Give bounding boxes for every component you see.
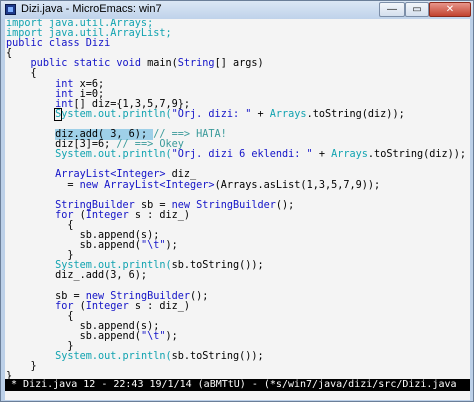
code-line[interactable]: } xyxy=(6,372,470,379)
code-line[interactable]: for (Integer s : diz_) xyxy=(6,209,470,221)
code-token: new xyxy=(79,179,105,191)
code-token: .toString(diz)); xyxy=(306,108,405,120)
code-line[interactable]: public static void main(String[] args) xyxy=(6,59,470,69)
minimize-button[interactable]: — xyxy=(379,2,405,17)
code-line[interactable]: sb.append("\t"); xyxy=(6,330,470,342)
code-line[interactable]: = new ArrayList<Integer>(Arrays.asList(1… xyxy=(6,179,470,191)
code-token: sb.toString()); xyxy=(171,351,264,363)
code-token: Arrays xyxy=(331,149,368,161)
window-title: Dizi.java - MicroEmacs: win7 xyxy=(21,3,162,15)
code-token: } xyxy=(6,371,13,379)
code-token: Integer xyxy=(85,209,129,221)
code-token: diz_.add(3, 6); xyxy=(6,270,148,282)
editor-window: Dizi.java - MicroEmacs: win7 — ▭ ✕ impor… xyxy=(0,0,474,402)
code-token: public class xyxy=(6,38,86,50)
code-line[interactable]: System.out.println(sb.toString()); xyxy=(6,351,470,363)
code-token: "\t" xyxy=(140,240,166,252)
minimize-icon: — xyxy=(387,4,397,15)
code-token: System.out.println( xyxy=(55,351,172,363)
code-token: System.out.println( xyxy=(55,149,172,161)
code-line[interactable]: System.out.println("Orj. dizi 6 eklendi:… xyxy=(6,150,470,160)
title-bar[interactable]: Dizi.java - MicroEmacs: win7 — ▭ ✕ xyxy=(1,1,473,19)
code-token: (); xyxy=(190,290,209,302)
code-editor[interactable]: import java.util.Arrays; import java.util… xyxy=(5,19,470,379)
code-line[interactable]: } xyxy=(6,362,470,372)
code-token: Arrays xyxy=(269,108,307,120)
code-token: = xyxy=(6,179,80,191)
mode-line: * Dizi.java 12 - 22:43 19/1/14 (aBMTtU) … xyxy=(5,379,470,391)
close-icon: ✕ xyxy=(445,4,455,15)
code-token: s : diz_) xyxy=(128,300,191,312)
code-token: .toString(diz)); xyxy=(367,149,467,161)
code-token: String xyxy=(177,58,215,70)
message-line[interactable] xyxy=(5,391,470,400)
code-buffer[interactable]: import java.util.Arrays; import java.util… xyxy=(5,19,470,379)
maximize-icon: ▭ xyxy=(412,4,422,15)
code-token: Dizi xyxy=(85,38,111,50)
code-token: + xyxy=(312,149,332,161)
code-token: ); xyxy=(165,330,178,342)
code-token: (Arrays.asList(1,3,5,7,9)); xyxy=(214,179,381,191)
code-token: main( xyxy=(147,58,178,70)
code-token: StringBuilder xyxy=(196,199,276,211)
code-line[interactable]: for (Integer s : diz_) xyxy=(6,300,470,312)
app-icon[interactable] xyxy=(5,4,16,15)
code-token: "\t" xyxy=(140,330,166,342)
code-line[interactable]: diz_.add(3, 6); xyxy=(6,271,470,281)
code-token: ystem.out.println( xyxy=(61,108,172,120)
code-token: "Orj. dizi 6 eklendi: " xyxy=(171,149,313,161)
code-token: "Orj. dizi: " xyxy=(171,108,252,120)
code-token: s : diz_) xyxy=(128,209,191,221)
code-token: ); xyxy=(165,240,178,252)
code-token: sb.toString()); xyxy=(171,260,264,272)
code-token: Integer xyxy=(85,300,129,312)
code-line[interactable]: System.out.println("Orj. dizi: " + Array… xyxy=(6,107,470,121)
code-line[interactable]: public class Dizi xyxy=(6,39,470,49)
maximize-button[interactable]: ▭ xyxy=(405,2,429,17)
code-token: ArrayList<Integer> xyxy=(104,179,215,191)
code-token: (); xyxy=(275,199,295,211)
code-token: + xyxy=(251,108,270,120)
code-token: public static void xyxy=(30,58,148,70)
code-token: [] args) xyxy=(214,58,264,70)
code-line[interactable]: sb.append("\t"); xyxy=(6,240,470,252)
close-button[interactable]: ✕ xyxy=(429,2,471,17)
